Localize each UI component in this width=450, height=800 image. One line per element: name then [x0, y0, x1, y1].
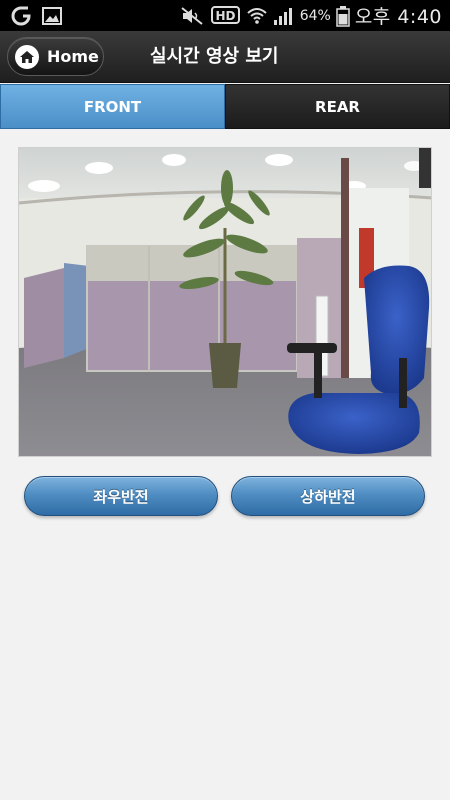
tab-front[interactable]: FRONT	[0, 84, 225, 129]
mute-icon	[180, 6, 206, 26]
flip-vertical-button[interactable]: 상하반전	[231, 476, 425, 516]
clock: 오후 4:40	[354, 6, 442, 28]
home-button-label: Home	[47, 47, 99, 66]
hd-voice-icon: HD	[210, 5, 241, 27]
battery-percent: 64%	[299, 7, 331, 24]
action-bar: Home 실시간 영상 보기	[0, 31, 450, 83]
carrier-logo-icon	[10, 6, 32, 26]
tab-rear[interactable]: REAR	[225, 84, 450, 129]
home-button[interactable]: Home	[7, 37, 104, 76]
camera-tabs: FRONT REAR	[0, 84, 450, 129]
status-bar: HD 64% 오후 4:40	[0, 0, 450, 31]
flip-horizontal-button[interactable]: 좌우반전	[24, 476, 218, 516]
wifi-icon	[246, 6, 268, 26]
gallery-icon	[42, 6, 62, 25]
signal-icon	[273, 6, 295, 26]
live-video-view	[18, 147, 432, 457]
page-title: 실시간 영상 보기	[150, 46, 279, 67]
battery-icon	[336, 5, 350, 27]
home-icon	[15, 44, 39, 69]
svg-text:HD: HD	[215, 9, 235, 23]
